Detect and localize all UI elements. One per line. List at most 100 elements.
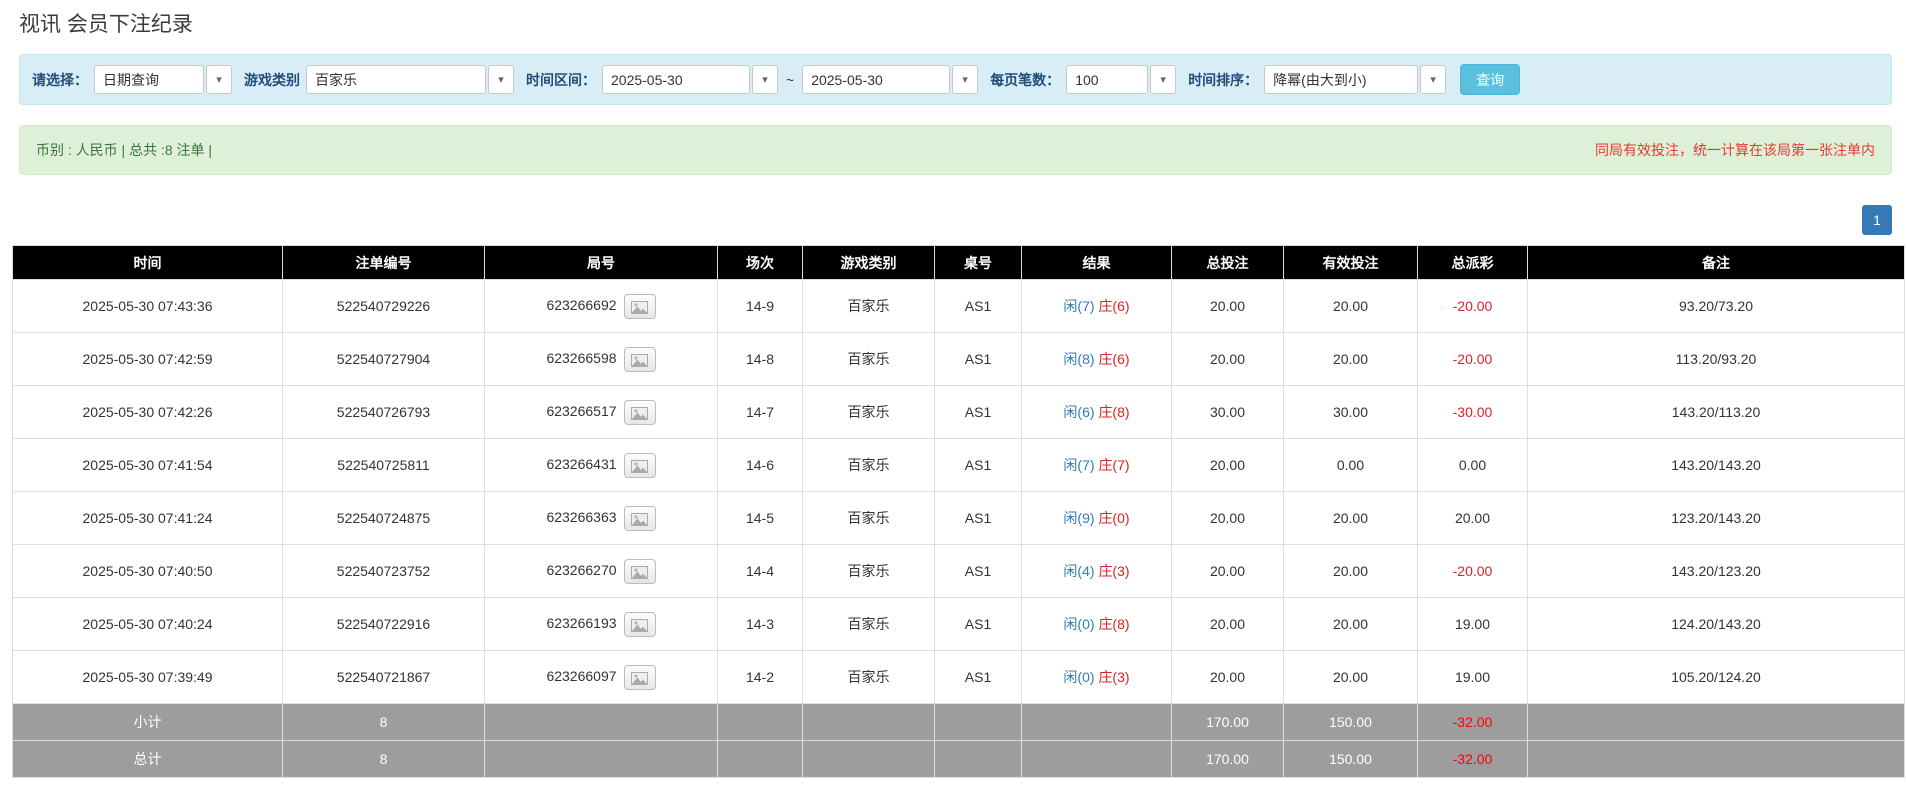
- col-header-round-no: 局号: [485, 246, 718, 280]
- result-player: 闲(6): [1063, 404, 1094, 420]
- info-bar: 币别 : 人民币 | 总共 :8 注单 | 同局有效投注，统一计算在该局第一张注…: [19, 125, 1892, 175]
- sort-order-input[interactable]: [1264, 65, 1418, 94]
- result-player: 闲(7): [1063, 457, 1094, 473]
- page-size-input[interactable]: [1066, 65, 1148, 94]
- cell-valid-bet: 20.00: [1284, 598, 1418, 651]
- cell-total-bet[interactable]: 20.00: [1172, 545, 1284, 598]
- date-to-caret-down-icon[interactable]: [952, 65, 978, 94]
- round-media-icon[interactable]: [624, 400, 656, 425]
- pagination: 1: [0, 205, 1892, 235]
- valid-bet-notice-text: 同局有效投注，统一计算在该局第一张注单内: [1595, 140, 1875, 160]
- query-type-caret-down-icon[interactable]: [206, 65, 232, 94]
- cell-bet-no: 522540725811: [283, 439, 485, 492]
- round-media-icon[interactable]: [624, 347, 656, 372]
- cell-round-no: 623266692: [485, 280, 718, 333]
- cell-total-bet[interactable]: 20.00: [1172, 598, 1284, 651]
- cell-bet-no: 522540723752: [283, 545, 485, 598]
- cell-valid-bet: 20.00: [1284, 333, 1418, 386]
- cell-total-bet[interactable]: 20.00: [1172, 439, 1284, 492]
- cell-total-bet[interactable]: 20.00: [1172, 492, 1284, 545]
- result-banker: 庄(3): [1098, 669, 1129, 685]
- round-number: 623266598: [546, 350, 616, 366]
- table-row: 2025-05-30 07:43:36 522540729226 6232666…: [13, 280, 1905, 333]
- round-number: 623266270: [546, 562, 616, 578]
- sort-order-combobox: [1264, 65, 1446, 94]
- search-button[interactable]: 查询: [1460, 64, 1520, 95]
- page-size-caret-down-icon[interactable]: [1150, 65, 1176, 94]
- page-1-button[interactable]: 1: [1862, 205, 1892, 235]
- cell-result: 闲(6) 庄(8): [1022, 386, 1172, 439]
- cell-session: 14-2: [718, 651, 803, 704]
- cell-round-no: 623266193: [485, 598, 718, 651]
- cell-bet-no: 522540727904: [283, 333, 485, 386]
- cell-remark: 123.20/143.20: [1528, 492, 1905, 545]
- sort-order-caret-down-icon[interactable]: [1420, 65, 1446, 94]
- result-banker: 庄(3): [1098, 563, 1129, 579]
- total-row: 总计 8 170.00 150.00 -32.00: [13, 741, 1905, 778]
- cell-table-no: AS1: [935, 598, 1022, 651]
- date-to-input[interactable]: [802, 65, 950, 94]
- cell-game: 百家乐: [803, 598, 935, 651]
- game-type-input[interactable]: [306, 65, 486, 94]
- cell-table-no: AS1: [935, 280, 1022, 333]
- cell-total-bet[interactable]: 20.00: [1172, 280, 1284, 333]
- cell-time: 2025-05-30 07:41:54: [13, 439, 283, 492]
- round-media-icon[interactable]: [624, 559, 656, 584]
- query-type-input[interactable]: [94, 65, 204, 94]
- round-number: 623266363: [546, 509, 616, 525]
- filter-game-label: 游戏类别: [244, 70, 300, 90]
- cell-result: 闲(0) 庄(3): [1022, 651, 1172, 704]
- cell-payout: -20.00: [1418, 545, 1528, 598]
- col-header-time: 时间: [13, 246, 283, 280]
- col-header-payout: 总派彩: [1418, 246, 1528, 280]
- cell-total-bet[interactable]: 20.00: [1172, 333, 1284, 386]
- round-media-icon[interactable]: [624, 453, 656, 478]
- cell-valid-bet: 0.00: [1284, 439, 1418, 492]
- subtotal-valid-bet: 150.00: [1284, 704, 1418, 741]
- subtotal-row: 小计 8 170.00 150.00 -32.00: [13, 704, 1905, 741]
- result-banker: 庄(0): [1098, 510, 1129, 526]
- cell-table-no: AS1: [935, 492, 1022, 545]
- cell-remark: 113.20/93.20: [1528, 333, 1905, 386]
- filter-select-label: 请选择：: [32, 70, 88, 90]
- cell-payout: 19.00: [1418, 651, 1528, 704]
- round-media-icon[interactable]: [624, 506, 656, 531]
- table-header-row: 时间 注单编号 局号 场次 游戏类别 桌号 结果 总投注 有效投注 总派彩 备注: [13, 246, 1905, 280]
- table-row: 2025-05-30 07:41:54 522540725811 6232664…: [13, 439, 1905, 492]
- cell-payout: 20.00: [1418, 492, 1528, 545]
- round-media-icon[interactable]: [624, 294, 656, 319]
- date-from-input[interactable]: [602, 65, 750, 94]
- cell-total-bet[interactable]: 30.00: [1172, 386, 1284, 439]
- cell-session: 14-3: [718, 598, 803, 651]
- table-row: 2025-05-30 07:42:59 522540727904 6232665…: [13, 333, 1905, 386]
- cell-table-no: AS1: [935, 545, 1022, 598]
- cell-time: 2025-05-30 07:41:24: [13, 492, 283, 545]
- subtotal-payout: -32.00: [1418, 704, 1528, 741]
- round-media-icon[interactable]: [624, 612, 656, 637]
- col-header-total-bet: 总投注: [1172, 246, 1284, 280]
- date-from-caret-down-icon[interactable]: [752, 65, 778, 94]
- round-media-icon[interactable]: [624, 665, 656, 690]
- game-type-caret-down-icon[interactable]: [488, 65, 514, 94]
- cell-time: 2025-05-30 07:40:24: [13, 598, 283, 651]
- result-player: 闲(0): [1063, 616, 1094, 632]
- cell-session: 14-5: [718, 492, 803, 545]
- cell-total-bet[interactable]: 20.00: [1172, 651, 1284, 704]
- cell-game: 百家乐: [803, 492, 935, 545]
- cell-remark: 143.20/113.20: [1528, 386, 1905, 439]
- round-number: 623266431: [546, 456, 616, 472]
- col-header-remark: 备注: [1528, 246, 1905, 280]
- cell-payout: -20.00: [1418, 333, 1528, 386]
- cell-valid-bet: 20.00: [1284, 651, 1418, 704]
- cell-round-no: 623266431: [485, 439, 718, 492]
- col-header-valid-bet: 有效投注: [1284, 246, 1418, 280]
- cell-round-no: 623266363: [485, 492, 718, 545]
- cell-time: 2025-05-30 07:42:26: [13, 386, 283, 439]
- cell-result: 闲(7) 庄(6): [1022, 280, 1172, 333]
- cell-result: 闲(9) 庄(0): [1022, 492, 1172, 545]
- total-count: 8: [283, 741, 485, 778]
- cell-bet-no: 522540721867: [283, 651, 485, 704]
- bet-records-table: 时间 注单编号 局号 场次 游戏类别 桌号 结果 总投注 有效投注 总派彩 备注…: [12, 245, 1905, 778]
- cell-session: 14-6: [718, 439, 803, 492]
- cell-bet-no: 522540726793: [283, 386, 485, 439]
